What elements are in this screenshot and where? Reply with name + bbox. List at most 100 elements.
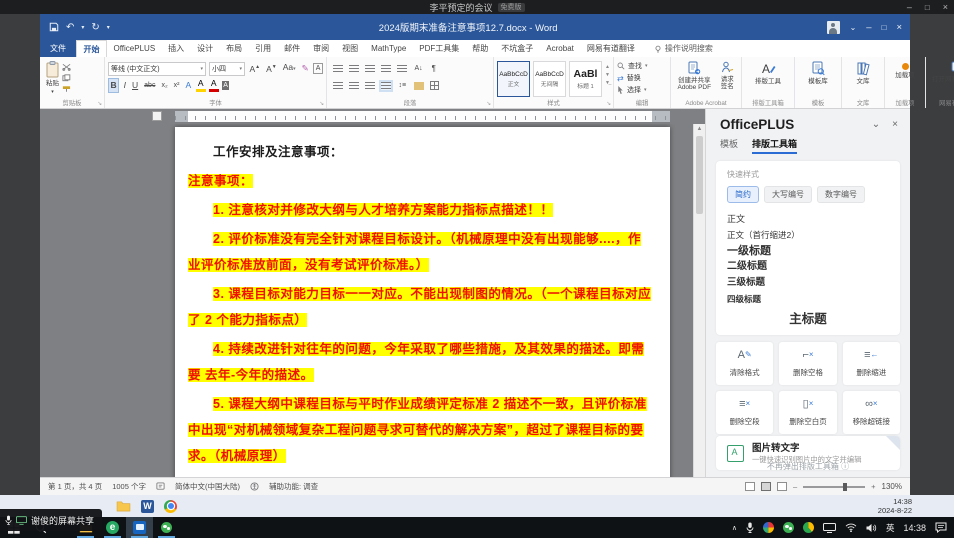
increase-indent-icon[interactable]: [397, 65, 407, 73]
tab-file[interactable]: 文件: [40, 40, 76, 57]
tab-view[interactable]: 视图: [336, 40, 365, 57]
dialog-launcher-icon[interactable]: ↘: [319, 101, 324, 107]
bullets-icon[interactable]: [333, 65, 343, 73]
tool-delete-blank-pages[interactable]: ▯× 删除空白页: [779, 391, 836, 434]
tool-delete-spaces[interactable]: ⌐× 删除空格: [779, 342, 836, 385]
close-icon[interactable]: ×: [892, 119, 898, 130]
print-layout-icon[interactable]: [761, 482, 771, 491]
tool-delete-indent[interactable]: ≡← 删除缩进: [843, 342, 900, 385]
vertical-scrollbar[interactable]: ▲: [693, 124, 705, 477]
style-item-h2[interactable]: 二级标题: [727, 259, 889, 275]
pane-tab-templates[interactable]: 模板: [720, 137, 738, 154]
word-count[interactable]: 1005 个字: [112, 481, 146, 492]
copy-icon[interactable]: [62, 74, 71, 82]
ime-indicator[interactable]: 英: [886, 522, 895, 534]
multilevel-list-icon[interactable]: [365, 65, 375, 73]
user-avatar[interactable]: [827, 21, 840, 34]
style-heading1[interactable]: AaBl 标题 1: [569, 61, 602, 97]
screen-share-icon[interactable]: [823, 523, 836, 533]
proofing-icon[interactable]: [156, 482, 165, 491]
tab-help[interactable]: 帮助: [466, 40, 495, 57]
justify-icon[interactable]: [381, 82, 391, 90]
strikethrough-icon[interactable]: abc: [143, 79, 157, 92]
tool-remove-hyperlinks[interactable]: ∞× 移除超链接: [843, 391, 900, 434]
web-layout-icon[interactable]: [777, 482, 787, 491]
tab-stop-selector[interactable]: [152, 111, 162, 121]
taskbar-browser[interactable]: e: [99, 517, 126, 538]
pill-capital-numbering[interactable]: 大写编号: [764, 186, 812, 203]
zoom-in-icon[interactable]: +: [871, 482, 875, 491]
redo-icon[interactable]: ↻: [91, 22, 99, 33]
style-item-body[interactable]: 正文: [727, 211, 889, 227]
undo-icon[interactable]: ↶: [66, 22, 74, 33]
document-viewport[interactable]: 工作安排及注意事项： 注意事项： 1. 注意核对并修改大纲与人才培养方案能力指标…: [40, 124, 694, 477]
shared-clock[interactable]: 14:38 2024-8-22: [878, 497, 912, 515]
italic-icon[interactable]: I: [122, 79, 127, 92]
style-item-h4[interactable]: 四级标题: [727, 291, 889, 307]
dialog-launcher-icon[interactable]: ↘: [97, 101, 102, 107]
ribbon-display-options-icon[interactable]: ⌄: [850, 23, 857, 32]
scrollbar-thumb[interactable]: [696, 136, 703, 214]
style-no-spacing[interactable]: AaBbCcD 无间隔: [533, 61, 566, 97]
grow-font-icon[interactable]: A▲: [248, 61, 262, 76]
font-size-combobox[interactable]: 小四▾: [209, 62, 245, 76]
paste-button[interactable]: 粘贴▾: [43, 60, 62, 97]
language-indicator[interactable]: 简体中文(中国大陆): [175, 481, 240, 492]
tab-design[interactable]: 设计: [191, 40, 220, 57]
tab-bukeng[interactable]: 不坑盒子: [495, 40, 540, 57]
chrome-icon[interactable]: [164, 500, 177, 513]
taskbar-meeting-app[interactable]: [126, 517, 153, 538]
bold-icon[interactable]: B: [108, 78, 119, 93]
style-item-h3[interactable]: 三级标题: [727, 275, 889, 291]
character-border-icon[interactable]: A: [313, 63, 323, 74]
pill-simple[interactable]: 简约: [727, 186, 759, 203]
chevron-up-icon[interactable]: ∧: [732, 524, 737, 532]
pane-footer-link[interactable]: 不再弹出排版工具箱 ⓘ: [706, 461, 910, 472]
restore-icon[interactable]: □: [925, 3, 930, 12]
tab-youdao[interactable]: 网易有道翻译: [580, 40, 641, 57]
zoom-out-icon[interactable]: –: [793, 482, 797, 491]
request-signatures-button[interactable]: 请求签名: [717, 60, 738, 96]
decrease-indent-icon[interactable]: [381, 65, 391, 73]
styles-gallery-more-icon[interactable]: ▼̲: [605, 80, 610, 86]
replace-button[interactable]: ⇄ 替换: [617, 72, 667, 84]
horizontal-ruler[interactable]: [175, 111, 670, 122]
numbering-icon[interactable]: [349, 65, 359, 73]
tool-delete-empty-paragraphs[interactable]: ≡× 删除空段: [716, 391, 773, 434]
close-icon[interactable]: ×: [943, 2, 948, 12]
style-item-body-indent[interactable]: 正文（首行缩进2）: [727, 227, 889, 243]
security-icon[interactable]: [803, 522, 814, 533]
screen-share-badge[interactable]: 谢俊的屏幕共享: [0, 509, 102, 531]
font-color-icon[interactable]: A: [209, 79, 219, 92]
align-right-icon[interactable]: [365, 82, 375, 90]
font-name-combobox[interactable]: 等线 (中文正文)▾: [108, 62, 206, 76]
tab-home[interactable]: 开始: [76, 40, 107, 57]
document-page[interactable]: 工作安排及注意事项： 注意事项： 1. 注意核对并修改大纲与人才培养方案能力指标…: [175, 127, 670, 477]
tab-acrobat[interactable]: Acrobat: [540, 40, 581, 57]
qq-icon[interactable]: [763, 522, 774, 533]
tab-layout[interactable]: 布局: [220, 40, 249, 57]
align-left-icon[interactable]: [333, 82, 343, 90]
wechat-tray-icon[interactable]: [783, 522, 794, 533]
styles-scroll-up-icon[interactable]: ▲: [605, 64, 610, 70]
pane-tab-toolbox[interactable]: 排版工具箱: [752, 137, 797, 154]
tab-mailings[interactable]: 邮件: [278, 40, 307, 57]
shrink-font-icon[interactable]: A▼: [265, 61, 279, 76]
tab-review[interactable]: 审阅: [307, 40, 336, 57]
sort-icon[interactable]: A↓: [413, 62, 424, 75]
library-button[interactable]: 文库: [854, 60, 872, 86]
style-normal[interactable]: AaBbCcD 正文: [497, 61, 530, 97]
subscript-icon[interactable]: x₂: [160, 79, 169, 92]
chevron-down-icon[interactable]: ⌄: [872, 119, 880, 130]
addins-button[interactable]: 加载项: [890, 60, 920, 80]
superscript-icon[interactable]: x²: [172, 79, 181, 92]
save-icon[interactable]: [49, 22, 59, 32]
show-marks-icon[interactable]: ¶: [430, 62, 437, 75]
tab-pdf-tools[interactable]: PDF工具集: [413, 40, 466, 57]
volume-icon[interactable]: [866, 523, 877, 533]
zoom-slider-thumb[interactable]: [843, 483, 847, 491]
undo-dropdown-icon[interactable]: ▾: [81, 24, 84, 31]
format-painter-icon[interactable]: [62, 85, 71, 93]
restore-icon[interactable]: □: [882, 23, 887, 32]
select-button[interactable]: 选择▾: [617, 84, 667, 96]
